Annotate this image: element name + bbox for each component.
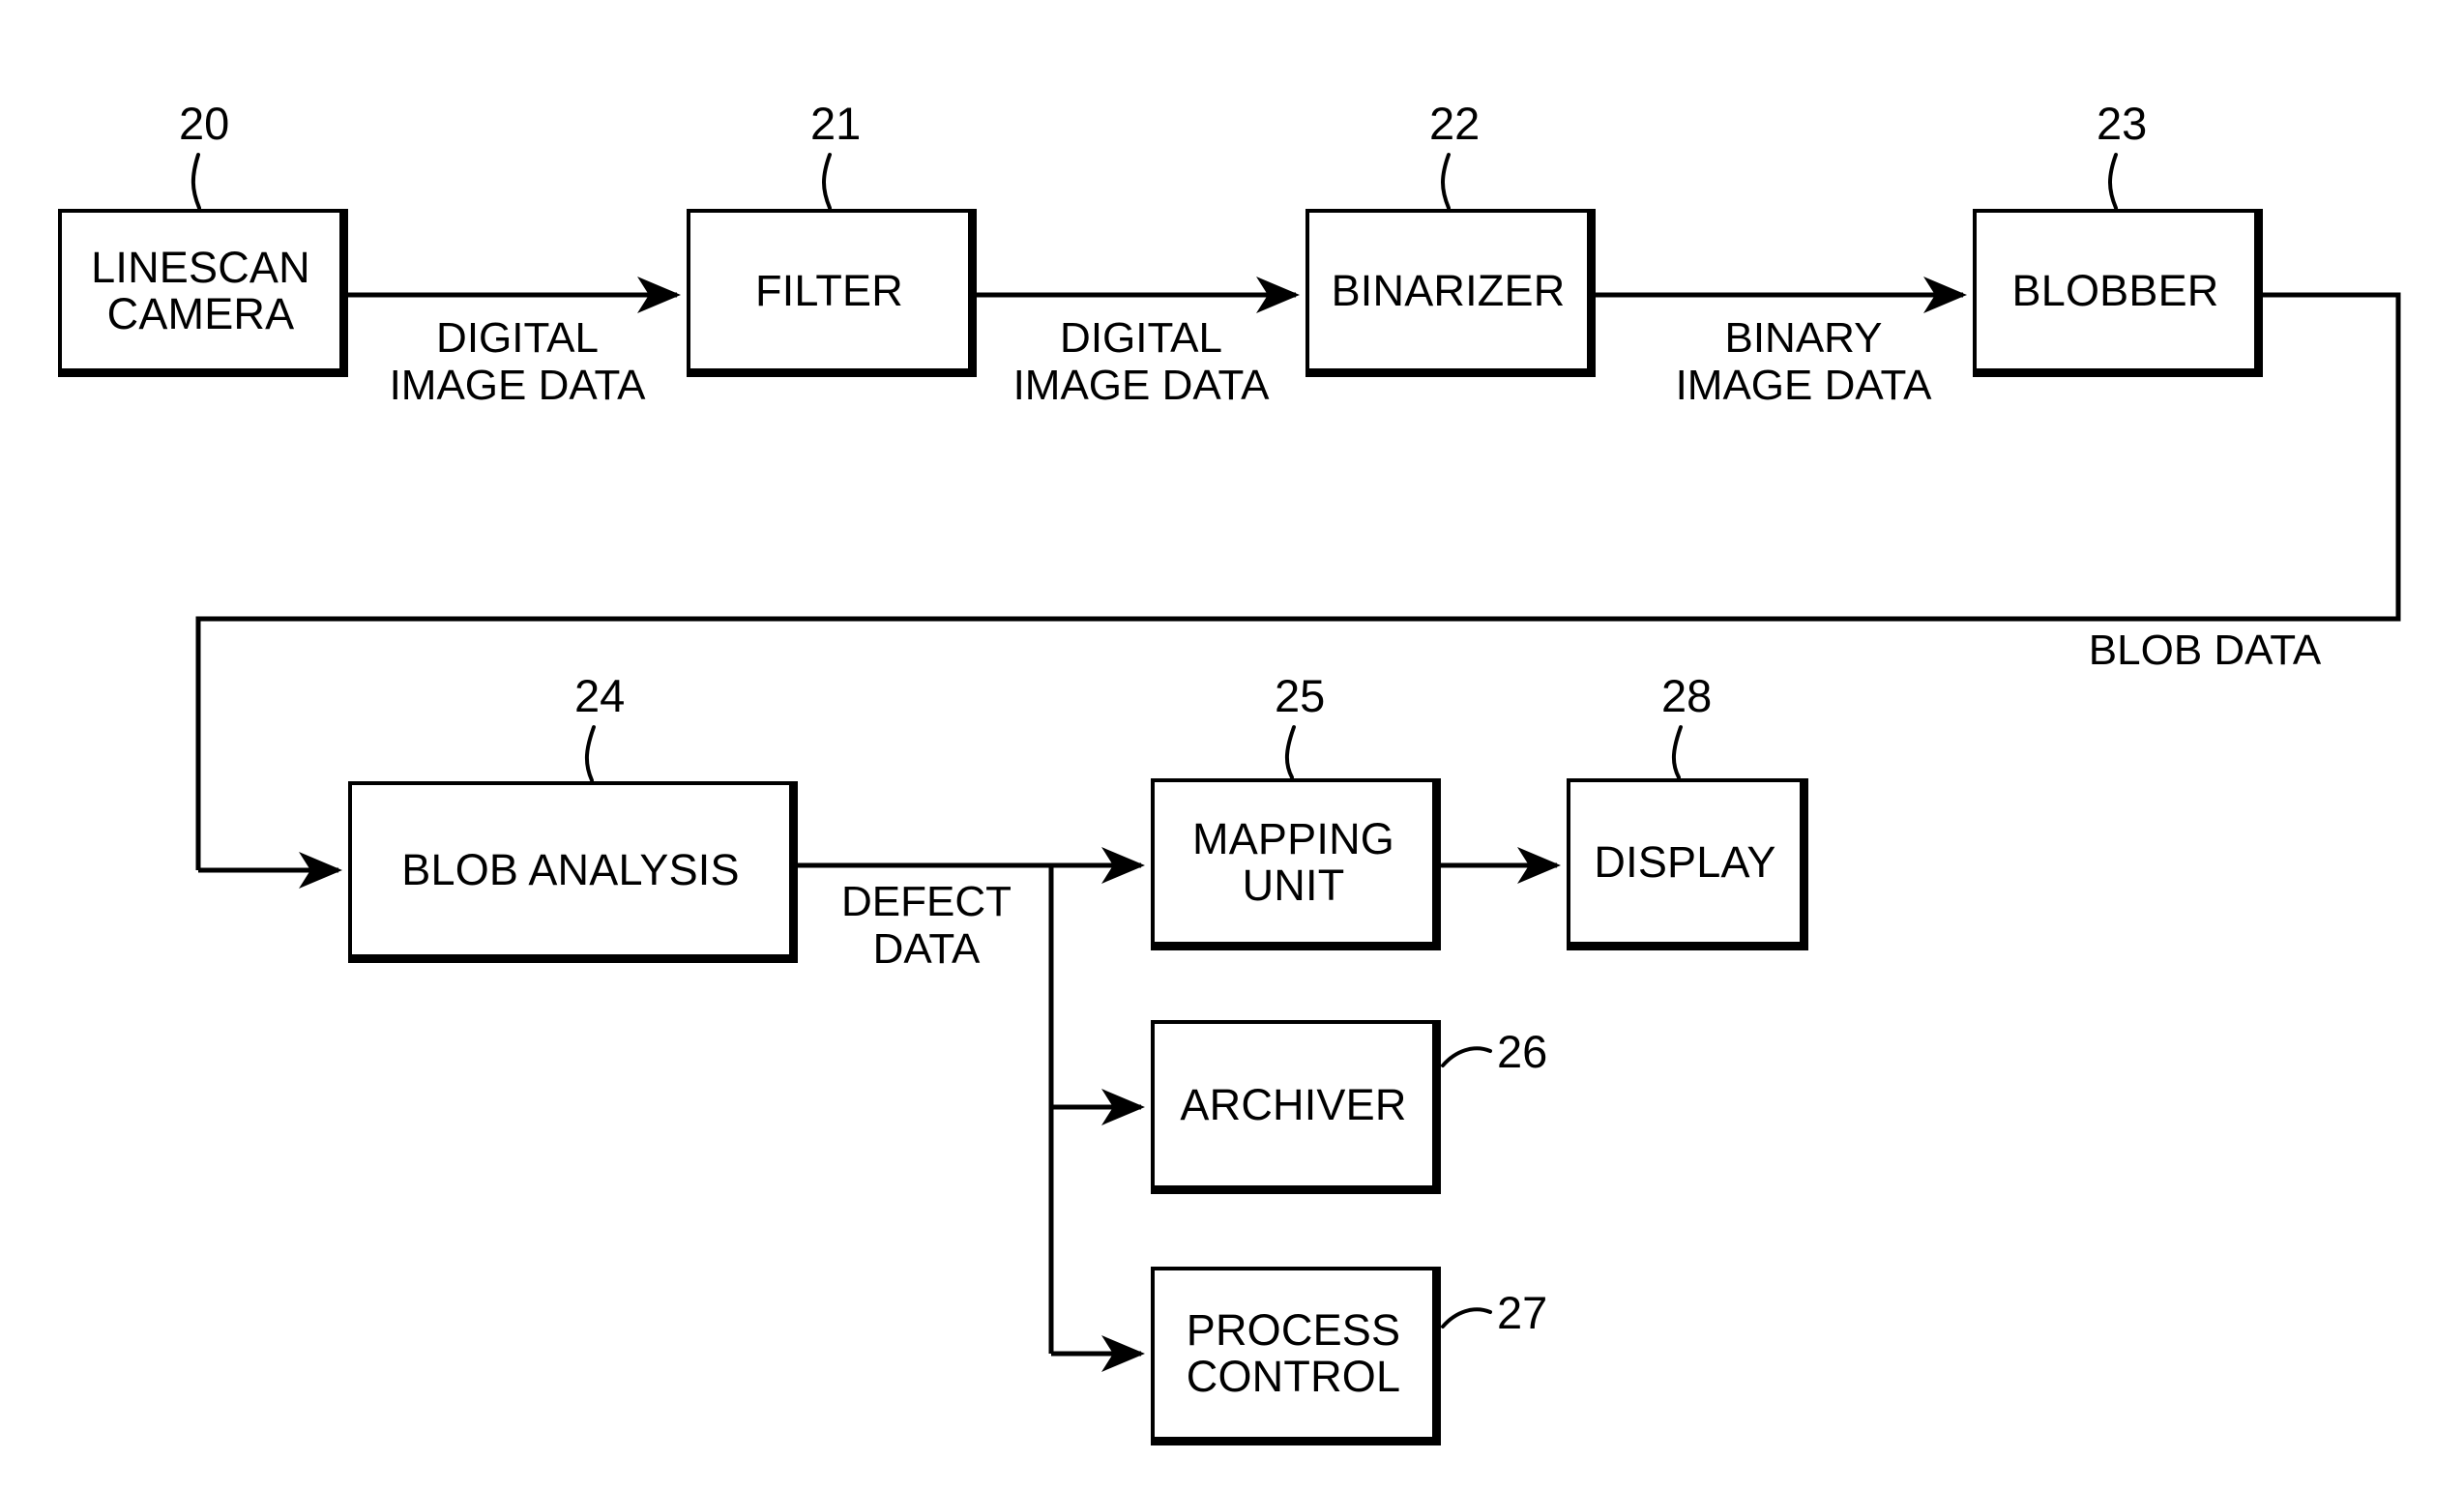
leader-line-24 bbox=[585, 725, 596, 782]
ref-numeral-20: 20 bbox=[179, 98, 230, 149]
leader-line-26 bbox=[1441, 1046, 1492, 1067]
edge-label-blob-data: BLOB DATA bbox=[2088, 627, 2322, 674]
edge-label-defect-data: DEFECT DATA bbox=[841, 878, 1012, 974]
leader-line-22 bbox=[1441, 153, 1451, 210]
ref-numeral-27: 27 bbox=[1497, 1287, 1548, 1338]
ref-numeral-21: 21 bbox=[810, 98, 862, 149]
block-process-control[interactable]: PROCESS CONTROL bbox=[1151, 1267, 1441, 1445]
edge-label-filter-to-binarizer: DIGITAL IMAGE DATA bbox=[1012, 314, 1270, 410]
block-label-binarizer: BINARIZER bbox=[1331, 265, 1566, 315]
block-label-display: DISPLAY bbox=[1594, 836, 1776, 887]
ref-numeral-24: 24 bbox=[574, 670, 626, 721]
edge-label-camera-to-filter: DIGITAL IMAGE DATA bbox=[389, 314, 646, 410]
leader-line-23 bbox=[2108, 153, 2118, 210]
block-linescan-camera[interactable]: LINESCAN CAMERA bbox=[58, 209, 348, 377]
block-blob-analysis[interactable]: BLOB ANALYSIS bbox=[348, 781, 798, 963]
block-label-blob-analysis: BLOB ANALYSIS bbox=[401, 844, 740, 894]
leader-line-21 bbox=[822, 153, 832, 210]
block-filter[interactable]: FILTER bbox=[687, 209, 977, 377]
edge-label-binarizer-to-blobber: BINARY IMAGE DATA bbox=[1675, 314, 1932, 410]
ref-numeral-25: 25 bbox=[1275, 670, 1326, 721]
leader-line-27 bbox=[1441, 1307, 1492, 1328]
block-mapping-unit[interactable]: MAPPING UNIT bbox=[1151, 778, 1441, 950]
block-label-process-control: PROCESS CONTROL bbox=[1186, 1305, 1401, 1401]
leader-line-28 bbox=[1672, 725, 1683, 779]
leader-line-25 bbox=[1285, 725, 1296, 779]
block-label-blobber: BLOBBER bbox=[2011, 265, 2219, 315]
block-label-mapping-unit: MAPPING UNIT bbox=[1192, 813, 1394, 910]
ref-numeral-23: 23 bbox=[2097, 98, 2148, 149]
block-archiver[interactable]: ARCHIVER bbox=[1151, 1020, 1441, 1194]
block-label-filter: FILTER bbox=[755, 265, 903, 315]
block-blobber[interactable]: BLOBBER bbox=[1973, 209, 2263, 377]
block-label-linescan-camera: LINESCAN CAMERA bbox=[91, 242, 310, 338]
leader-line-20 bbox=[191, 153, 201, 210]
block-label-archiver: ARCHIVER bbox=[1180, 1079, 1407, 1129]
ref-numeral-26: 26 bbox=[1497, 1026, 1548, 1077]
ref-numeral-28: 28 bbox=[1661, 670, 1713, 721]
ref-numeral-22: 22 bbox=[1429, 98, 1481, 149]
block-display[interactable]: DISPLAY bbox=[1567, 778, 1808, 950]
patent-figure-canvas: LINESCAN CAMERA FILTER BINARIZER BLOBBER… bbox=[0, 0, 2464, 1489]
block-binarizer[interactable]: BINARIZER bbox=[1305, 209, 1596, 377]
